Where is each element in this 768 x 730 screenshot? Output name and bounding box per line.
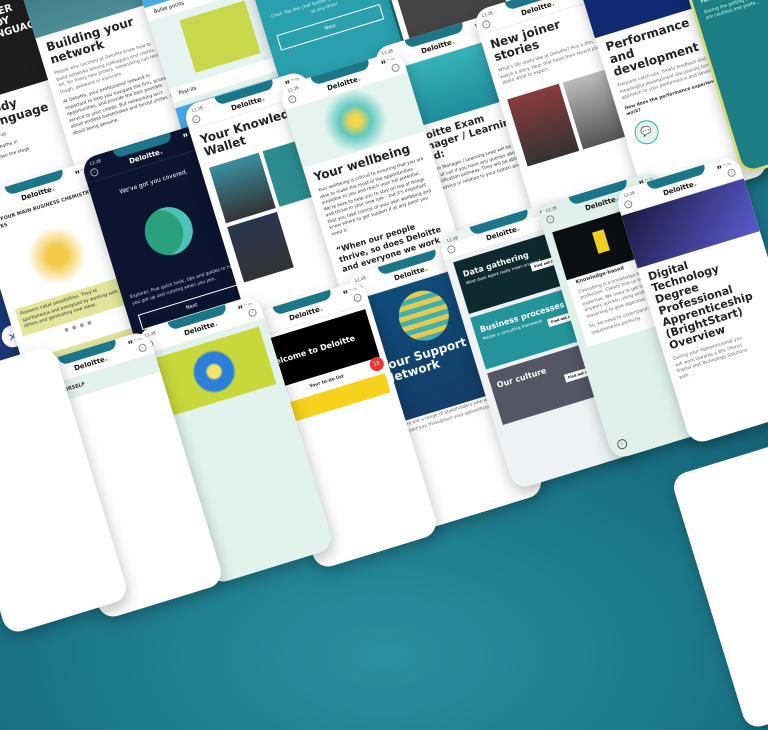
- chat-icon: 💬: [631, 116, 662, 147]
- back-icon[interactable]: ‹: [446, 244, 457, 255]
- back-icon[interactable]: ‹: [287, 94, 298, 105]
- search-icon[interactable]: ⌕: [390, 62, 401, 73]
- search-icon[interactable]: ⌕: [247, 307, 258, 318]
- prev-button[interactable]: ‹: [615, 437, 629, 451]
- page-title: Welcome to Deloitte: [265, 333, 357, 369]
- back-icon[interactable]: ‹: [545, 214, 556, 225]
- topic-title: Our culture: [495, 366, 548, 390]
- search-icon[interactable]: ⌕: [726, 167, 737, 178]
- back-icon[interactable]: ‹: [623, 199, 634, 210]
- post-it-image: [179, 0, 261, 73]
- search-icon[interactable]: ⌕: [137, 342, 148, 353]
- back-icon[interactable]: ‹: [89, 167, 100, 178]
- planet-illustration: [138, 201, 199, 262]
- phone-bottom-right-partial: [670, 439, 768, 730]
- back-icon[interactable]: ‹: [191, 114, 202, 125]
- wallet-item[interactable]: [227, 211, 294, 283]
- back-icon[interactable]: ‹: [481, 19, 492, 30]
- search-icon[interactable]: ⌕: [352, 292, 363, 303]
